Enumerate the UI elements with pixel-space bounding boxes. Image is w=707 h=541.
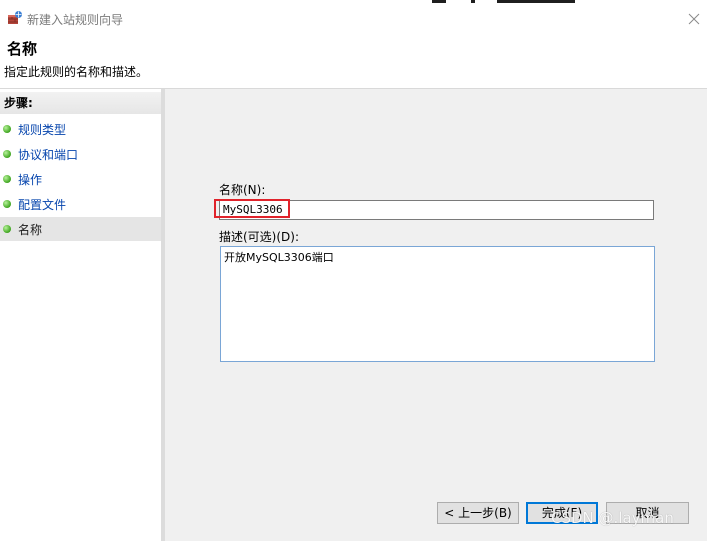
steps-sidebar: 步骤: 规则类型 协议和端口 操作 配置文件 名称: [0, 89, 161, 541]
step-status-dot-icon: [3, 125, 11, 133]
step-protocol-ports[interactable]: 协议和端口: [0, 142, 161, 166]
page-description: 指定此规则的名称和描述。: [4, 65, 149, 79]
name-input[interactable]: MySQL3306: [219, 200, 654, 220]
step-label: 规则类型: [18, 123, 67, 137]
step-label: 协议和端口: [18, 148, 79, 162]
background-fragment: [497, 0, 575, 3]
step-profile[interactable]: 配置文件: [0, 192, 161, 216]
page-header: 名称 指定此规则的名称和描述。: [0, 32, 707, 88]
background-fragment: [471, 0, 475, 3]
step-label: 配置文件: [18, 198, 67, 212]
description-textarea[interactable]: 开放MySQL3306端口: [220, 246, 655, 362]
step-status-dot-icon: [3, 150, 11, 158]
step-name[interactable]: 名称: [0, 217, 161, 241]
wizard-window: 新建入站规则向导 名称 指定此规则的名称和描述。 步骤: 规则类型 协议和端口 …: [0, 0, 707, 541]
steps-heading: 步骤:: [0, 92, 161, 114]
firewall-wizard-icon: [7, 10, 23, 26]
close-icon[interactable]: [684, 9, 704, 29]
step-status-dot-icon: [3, 200, 11, 208]
step-label: 操作: [18, 173, 43, 187]
name-label: 名称(N):: [219, 183, 266, 197]
back-button[interactable]: < 上一步(B): [437, 502, 519, 524]
step-rule-type[interactable]: 规则类型: [0, 117, 161, 141]
main-panel: 名称(N): MySQL3306 描述(可选)(D): 开放MySQL3306端…: [165, 89, 707, 541]
step-action[interactable]: 操作: [0, 167, 161, 191]
step-label: 名称: [18, 223, 43, 237]
description-label: 描述(可选)(D):: [219, 230, 300, 244]
window-title: 新建入站规则向导: [27, 13, 124, 27]
step-status-dot-icon: [3, 225, 11, 233]
background-fragment: [432, 0, 446, 3]
title-bar: 新建入站规则向导: [0, 4, 707, 32]
step-status-dot-icon: [3, 175, 11, 183]
page-title: 名称: [7, 40, 38, 58]
cancel-button[interactable]: 取消: [606, 502, 689, 524]
finish-button[interactable]: 完成(F): [526, 502, 598, 524]
